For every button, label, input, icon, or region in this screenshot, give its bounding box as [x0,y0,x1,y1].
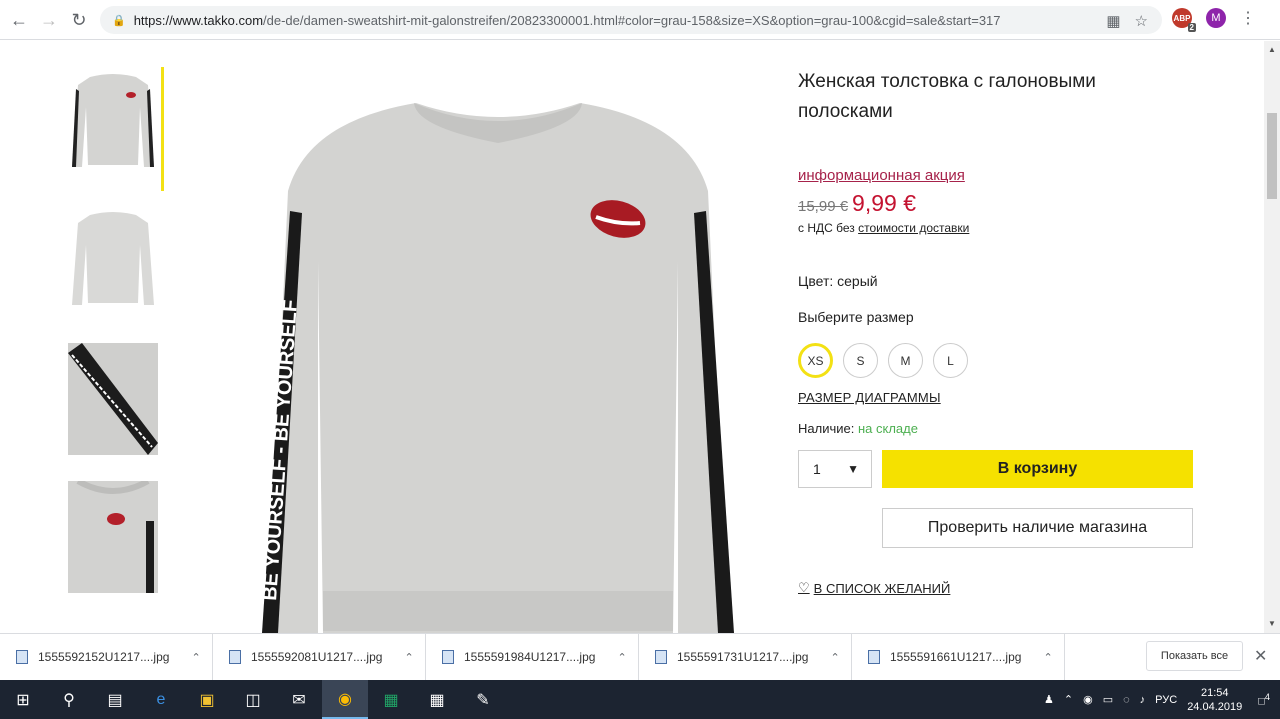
size-selector: XS S M L [798,343,1198,378]
volume-icon[interactable]: ♪ [1140,694,1146,706]
scroll-up-icon[interactable]: ▲ [1268,45,1276,54]
image-file-icon [868,650,880,664]
download-item[interactable]: 1555591984U1217....jpg ⌃ [426,633,639,681]
color-label: Цвет: серый [798,273,878,289]
sale-price: 9,99 € [852,190,916,216]
thumbnail-back[interactable] [68,205,158,317]
file-explorer-icon[interactable]: ▣ [184,680,230,719]
calculator-icon[interactable]: ▦ [414,680,460,719]
clock[interactable]: 21:54 24.04.2019 [1187,686,1242,714]
language-indicator[interactable]: РУС [1155,694,1177,706]
vat-note: с НДС без стоимости доставки [798,221,1198,235]
clock-time: 21:54 [1200,686,1229,699]
size-option-m[interactable]: M [888,343,923,378]
size-option-xs[interactable]: XS [798,343,833,378]
product-details: Женская толстовка с галоновыми полосками… [798,67,1198,596]
download-item[interactable]: 1555592152U1217....jpg ⌃ [0,633,213,681]
size-label: Выберите размер [798,309,914,325]
page-scrollbar[interactable]: ▲ ▼ [1264,41,1280,633]
old-price: 15,99 € [798,198,849,215]
product-main-image[interactable]: BE YOURSELF - BE YOURSELF BE YOURSELF - … [248,61,748,633]
quantity-value: 1 [813,461,821,477]
thumbnail-sleeve-detail[interactable] [68,343,158,455]
product-page: BE YOURSELF - BE YOURSELF BE YOURSELF - … [0,41,1264,633]
chevron-up-icon[interactable]: ⌃ [404,651,413,664]
scroll-down-icon[interactable]: ▼ [1268,619,1276,628]
price-row: 15,99 € 9,99 € [798,190,1198,217]
download-item[interactable]: 1555591661U1217....jpg ⌃ [852,633,1065,681]
people-icon[interactable]: ♟ [1044,693,1054,706]
thumbnail-front[interactable] [68,67,164,191]
product-title: Женская толстовка с галоновыми полосками [798,71,1096,122]
network-icon[interactable]: ◉ [1083,693,1093,706]
availability: Наличие: на складе [798,421,1198,436]
edge-icon[interactable]: e [138,680,184,719]
mail-icon[interactable]: ✉ [276,680,322,719]
wifi-icon[interactable]: ◌ [1123,694,1130,706]
back-icon[interactable]: ← [4,5,34,35]
store-icon[interactable]: ◫ [230,680,276,719]
adblock-count: 2 [1187,23,1196,32]
lock-icon: 🔒 [112,14,126,27]
windows-start-icon[interactable]: ⊞ [0,680,46,719]
notification-count: 4 [1264,691,1270,702]
bookmark-star-icon[interactable]: ☆ [1135,12,1148,30]
browser-menu-icon[interactable]: ⋮ [1240,8,1256,28]
heart-icon: ♡ [798,580,810,595]
clock-date: 24.04.2019 [1187,700,1243,713]
add-to-cart-button[interactable]: В корзину [882,450,1193,488]
url-path: /de-de/damen-sweatshirt-mit-galonstreife… [263,12,1001,28]
availability-value: на складе [857,421,918,436]
promo-link[interactable]: информационная акция [798,167,1198,184]
windows-taskbar: ⊞ ⚲ ▤ e ▣ ◫ ✉ ◉ ▦ ▦ ✎ ♟ ⌃ ◉ ▭ ◌ ♪ РУС 21… [0,680,1280,719]
excel-icon[interactable]: ▦ [368,680,414,719]
image-file-icon [442,650,454,664]
image-file-icon [655,650,667,664]
scrollbar-thumb[interactable] [1267,113,1277,199]
adblock-icon[interactable]: ABP 2 [1172,8,1196,32]
browser-toolbar: ← → ↻ 🔒 https://www.takko.com/de-de/dame… [0,0,1280,40]
paint-icon[interactable]: ✎ [460,680,506,719]
wishlist-link[interactable]: ♡ В СПИСОК ЖЕЛАНИЙ [798,580,1198,596]
image-file-icon [229,650,241,664]
thumbnail-list [68,67,166,619]
translate-icon[interactable]: ▦ [1106,12,1120,30]
profile-avatar[interactable]: M [1206,8,1226,28]
chevron-up-icon[interactable]: ⌃ [617,651,626,664]
vat-prefix: с НДС без [798,221,859,235]
quantity-select[interactable]: 1 ▼ [798,450,872,488]
chevron-up-icon[interactable]: ⌃ [1064,693,1073,706]
search-icon[interactable]: ⚲ [46,680,92,719]
size-chart-link[interactable]: РАЗМЕР ДИАГРАММЫ [798,390,1198,405]
chevron-up-icon[interactable]: ⌃ [830,651,839,664]
notification-icon[interactable]: □4 [1258,692,1270,708]
system-tray: ♟ ⌃ ◉ ▭ ◌ ♪ РУС 21:54 24.04.2019 □4 [1044,680,1280,719]
chrome-icon[interactable]: ◉ [322,680,368,719]
forward-icon[interactable]: → [34,5,64,35]
thumbnail-patch-detail[interactable] [68,481,158,593]
size-option-s[interactable]: S [843,343,878,378]
downloads-bar: 1555592152U1217....jpg ⌃ 1555592081U1217.… [0,633,1280,681]
battery-icon[interactable]: ▭ [1103,693,1113,706]
image-file-icon [16,650,28,664]
chevron-down-icon: ▼ [847,462,859,476]
address-bar[interactable]: 🔒 https://www.takko.com/de-de/damen-swea… [100,6,1162,34]
close-icon[interactable]: ✕ [1254,646,1267,666]
show-all-downloads-button[interactable]: Показать все [1146,641,1243,671]
chevron-up-icon[interactable]: ⌃ [191,651,200,664]
size-option-l[interactable]: L [933,343,968,378]
check-store-button[interactable]: Проверить наличие магазина [882,508,1193,548]
task-view-icon[interactable]: ▤ [92,680,138,719]
url-host: https://www.takko.com [133,12,264,28]
download-item[interactable]: 1555591731U1217....jpg ⌃ [639,633,852,681]
availability-label: Наличие: [798,421,858,436]
wishlist-label: В СПИСОК ЖЕЛАНИЙ [813,580,951,596]
shipping-cost-link[interactable]: стоимости доставки [858,221,969,235]
reload-icon[interactable]: ↻ [64,5,94,35]
chevron-up-icon[interactable]: ⌃ [1043,651,1052,664]
download-item[interactable]: 1555592081U1217....jpg ⌃ [213,633,426,681]
